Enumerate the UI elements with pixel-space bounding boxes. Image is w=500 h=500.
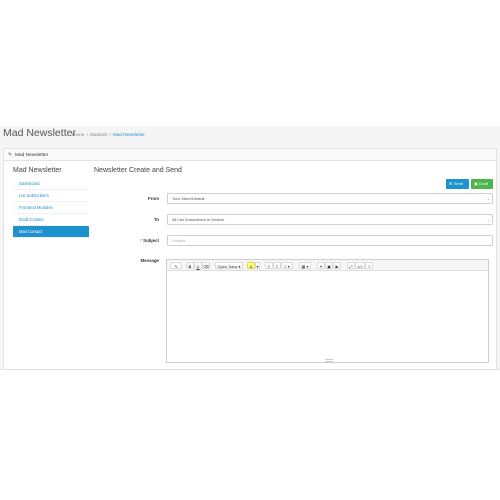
fullscreen-button[interactable]: ⤢ [347, 262, 355, 269]
send-button-label: Send [453, 181, 464, 186]
align-icon: ≡ [284, 264, 287, 269]
help-button[interactable]: ? [365, 262, 373, 269]
breadcrumb-separator: > [85, 132, 89, 137]
bold-icon: B [188, 264, 192, 269]
font-family-select[interactable]: Open Sans ▾ [215, 262, 243, 269]
unordered-list-icon: ≡ [267, 264, 271, 269]
draft-button[interactable]: ▣ Draft [471, 179, 493, 189]
video-icon: ▶ [335, 264, 339, 269]
to-select-value: All List Subscribers in Module [172, 217, 225, 222]
page: Mad Newsletter Home > Modules > Mad Newslett… [0, 0, 500, 500]
paragraph-button[interactable]: ≡ ▾ [281, 262, 293, 269]
caret-down-icon: ▾ [256, 264, 259, 269]
ordered-list-button[interactable]: ≡ [273, 262, 281, 269]
breadcrumb-separator: > [108, 132, 112, 137]
image-button[interactable]: ▣ [325, 262, 333, 269]
table-icon: ▦ [301, 264, 306, 269]
chevron-down-icon: ⌄ [486, 196, 490, 201]
style-button[interactable]: ✎ [170, 262, 182, 269]
from-label: From [148, 196, 159, 201]
app-shell: Mad Newsletter Home > Modules > Mad Newslett… [0, 126, 500, 370]
sidebar-title: Mad Newsletter [13, 167, 62, 174]
sidebar-item-frontend-modules[interactable]: Frontend Modules [13, 202, 89, 214]
sidebar-item-dashboard[interactable]: Dashboard [13, 178, 89, 190]
subject-placeholder: Subject [172, 238, 186, 243]
subject-label-text: Subject [143, 238, 159, 243]
code-view-button[interactable]: </> [355, 262, 365, 269]
subject-label: * Subject [99, 238, 159, 243]
breadcrumb: Home > Modules > Mad Newsletter [72, 132, 145, 137]
help-icon: ? [367, 264, 371, 269]
page-title: Mad Newsletter [3, 127, 76, 139]
send-button[interactable]: ✉ Send [446, 179, 469, 189]
envelope-icon: ✉ [449, 181, 453, 186]
panel-heading: ✎ Mad Newsletter [4, 149, 496, 161]
to-label: To [153, 217, 159, 222]
font-family-value: Open Sans [217, 264, 238, 269]
link-button[interactable]: ⚭ [317, 262, 325, 269]
breadcrumb-home[interactable]: Home [72, 132, 84, 137]
video-button[interactable]: ▶ [333, 262, 341, 269]
chevron-down-icon: ⌄ [486, 217, 490, 222]
main-title: Newsletter Create and Send [94, 167, 182, 174]
color-button[interactable]: A [247, 262, 255, 269]
bold-button[interactable]: B [186, 262, 194, 269]
breadcrumb-modules[interactable]: Modules [90, 132, 107, 137]
page-header: Mad Newsletter Home > Modules > Mad Newslett… [0, 126, 500, 144]
editor-resize-handle[interactable] [325, 359, 333, 362]
table-button[interactable]: ▦ ▾ [299, 262, 311, 269]
message-label: Message [140, 258, 159, 263]
editor-toolbar: ✎ B U ⌫ Open Sans ▾ A ▾ ≡ ≡ ≡ ▾ ▦ ▾ ⚭ ▣ … [167, 260, 488, 271]
pencil-icon: ✎ [8, 152, 13, 158]
magic-icon: ✎ [174, 264, 178, 269]
message-editor: ✎ B U ⌫ Open Sans ▾ A ▾ ≡ ≡ ≡ ▾ ▦ ▾ ⚭ ▣ … [166, 259, 489, 363]
to-select[interactable]: All List Subscribers in Module ⌄ [167, 214, 493, 225]
sidebar-item-draft-contact[interactable]: Draft Contact [13, 214, 89, 226]
eraser-icon: ⌫ [203, 264, 209, 269]
save-icon: ▣ [474, 181, 478, 186]
ordered-list-icon: ≡ [275, 264, 279, 269]
from-select-value: Your Store/Default [172, 196, 205, 201]
font-color-icon: A [249, 264, 253, 269]
link-icon: ⚭ [319, 264, 323, 269]
unordered-list-button[interactable]: ≡ [265, 262, 273, 269]
panel-heading-title: Mad Newsletter [15, 152, 49, 158]
breadcrumb-current[interactable]: Mad Newsletter [113, 132, 145, 137]
sidebar-menu: Dashboard List Subscribers Frontend Modu… [13, 178, 89, 238]
sidebar-item-list-subscribers[interactable]: List Subscribers [13, 190, 89, 202]
sidebar-item-mail-contact[interactable]: Mail Contact [13, 226, 89, 238]
code-icon: </> [357, 264, 363, 269]
fullscreen-icon: ⤢ [349, 264, 353, 269]
message-textarea[interactable] [167, 271, 488, 363]
subject-input[interactable]: Subject [167, 235, 493, 246]
underline-button[interactable]: U [194, 262, 202, 269]
required-marker: * [140, 238, 142, 243]
image-icon: ▣ [327, 264, 331, 269]
color-dropdown-button[interactable]: ▾ [255, 262, 260, 269]
underline-icon: U [196, 264, 200, 269]
eraser-button[interactable]: ⌫ [202, 262, 210, 269]
draft-button-label: Draft [479, 181, 488, 186]
from-select[interactable]: Your Store/Default ⌄ [167, 193, 493, 204]
